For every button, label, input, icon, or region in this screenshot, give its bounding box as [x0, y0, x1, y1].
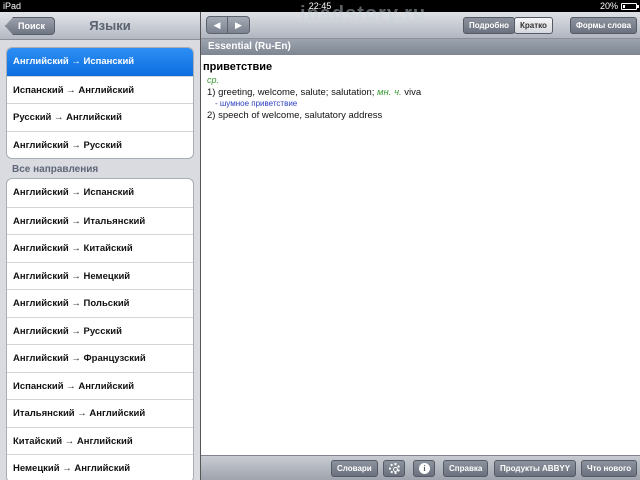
recent-directions-list: Английский → Испанский Испанский → Англи… [6, 47, 194, 159]
article-pane: ◀ ▶ Подробно Кратко Формы слова Essentia… [201, 12, 640, 480]
direction-item[interactable]: Китайский → Английский [7, 426, 193, 455]
dictionary-name: Essential (Ru-En) [201, 39, 640, 55]
info-icon: i [419, 463, 430, 474]
sense-1-text: 1) greeting, welcome, salute; salutation… [207, 87, 378, 98]
dictionaries-button[interactable]: Словари [331, 460, 378, 477]
article-content: приветствие ср. 1) greeting, welcome, sa… [201, 55, 640, 121]
gear-icon [389, 463, 400, 474]
all-directions-list: Английский → Испанский Английский → Итал… [6, 178, 194, 480]
help-button[interactable]: Справка [443, 460, 489, 477]
battery-icon [621, 2, 639, 10]
all-directions-header: Все направления [12, 164, 99, 175]
direction-item[interactable]: Английский → Испанский [7, 48, 193, 76]
direction-item[interactable]: Испанский → Английский [7, 75, 193, 104]
direction-item[interactable]: Немецкий → Английский [7, 454, 193, 480]
status-bar: iPad 22:45 20% [0, 0, 640, 12]
direction-item[interactable]: Английский → Китайский [7, 234, 193, 262]
languages-pane: Поиск Языки Английский → Испанский Испан… [0, 12, 200, 480]
direction-item[interactable]: Английский → Испанский [7, 179, 193, 207]
plural-note: мн. ч. [377, 87, 402, 98]
usage-example[interactable]: - шумное приветствие [203, 99, 640, 108]
direction-item[interactable]: Английский → Русский [7, 130, 193, 159]
sense-1-suffix: viva [401, 87, 422, 98]
whats-new-button[interactable]: Что нового [581, 460, 638, 477]
forward-arrow-icon[interactable]: ▶ [228, 16, 250, 34]
back-arrow-icon[interactable]: ◀ [206, 16, 228, 34]
battery-percent: 20% [599, 1, 618, 11]
direction-item[interactable]: Английский → Русский [7, 316, 193, 345]
direction-item[interactable]: Английский → Итальянский [7, 206, 193, 235]
abbyy-products-button[interactable]: Продукты ABBYY [494, 460, 577, 477]
word-forms-button[interactable]: Формы слова [570, 17, 638, 34]
grammar-label: ср. [207, 75, 220, 85]
bottom-toolbar: Словари i Справка Продукты ABBYY Что нов… [201, 455, 640, 480]
battery-indicator: 20% [599, 0, 639, 12]
direction-item[interactable]: Английский → Немецкий [7, 261, 193, 290]
sense-1: 1) greeting, welcome, salute; salutation… [203, 87, 640, 98]
direction-item[interactable]: Английский → Французский [7, 344, 193, 372]
clock: 22:45 [308, 1, 332, 11]
settings-button[interactable] [383, 460, 405, 477]
direction-item[interactable]: Итальянский → Английский [7, 399, 193, 427]
left-navbar: Поиск Языки [0, 12, 200, 40]
sense-2: 2) speech of welcome, salutatory address [207, 110, 383, 121]
direction-item[interactable]: Испанский → Английский [7, 371, 193, 400]
left-pane-title: Языки [89, 18, 131, 33]
article-toolbar: ◀ ▶ Подробно Кратко Формы слова [201, 12, 640, 39]
brief-view-button[interactable]: Кратко [514, 17, 553, 34]
detailed-view-button[interactable]: Подробно [463, 17, 516, 34]
headword: приветствие [203, 61, 273, 73]
history-navigation: ◀ ▶ [206, 16, 250, 34]
direction-item[interactable]: Русский → Английский [7, 103, 193, 131]
info-button[interactable]: i [413, 460, 435, 477]
direction-item[interactable]: Английский → Польский [7, 289, 193, 317]
